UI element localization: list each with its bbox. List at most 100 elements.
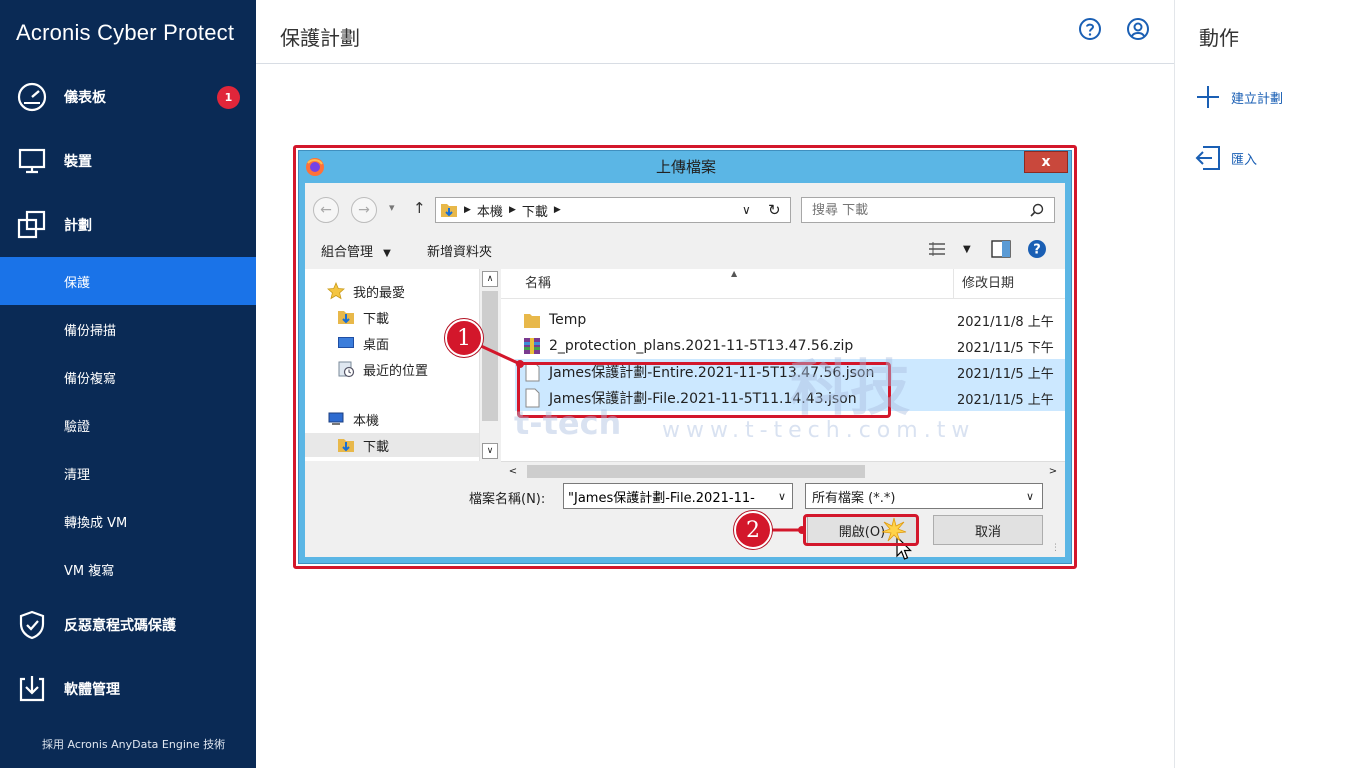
nav-plans-label: 計劃 <box>64 218 92 234</box>
filename-dropdown-icon[interactable]: ∨ <box>778 490 786 503</box>
star-icon <box>327 282 345 300</box>
nav-software-label: 軟體管理 <box>64 682 120 698</box>
breadcrumb-chevron-icon: ▶ <box>464 205 471 215</box>
nav-sub-cleanup[interactable]: 清理 <box>0 449 256 497</box>
view-dropdown-icon[interactable]: ▼ <box>963 244 971 255</box>
breadcrumb-chevron-icon: ▶ <box>553 205 561 215</box>
file-list-scrollbar[interactable]: < > <box>501 461 1065 481</box>
nav-sub-validation[interactable]: 驗證 <box>0 401 256 449</box>
filetype-select[interactable]: 所有檔案 (*.*) ∨ <box>805 483 1043 509</box>
nav-sub-label: 轉換成 VM <box>64 515 128 531</box>
help-icon[interactable] <box>1078 17 1102 41</box>
svg-text:?: ? <box>1033 243 1041 258</box>
organize-button[interactable]: 組合管理 ▼ <box>321 241 391 260</box>
scroll-left-icon[interactable]: < <box>505 464 521 479</box>
file-date: 2021/11/8 上午 <box>957 314 1054 330</box>
filename-field[interactable]: ∨ <box>563 483 793 509</box>
step-1-marker: 1 <box>445 319 483 357</box>
nav-sub-backup-scan[interactable]: 備份掃描 <box>0 305 256 353</box>
page-title: 保護計劃 <box>280 26 360 50</box>
preview-pane-icon[interactable] <box>991 240 1011 258</box>
nav-sub-label: 備份掃描 <box>64 323 117 339</box>
brand-logo: Acronis Cyber Protect <box>16 20 235 45</box>
cancel-button[interactable]: 取消 <box>933 515 1043 545</box>
file-scroll-thumb[interactable] <box>527 465 865 478</box>
search-icon <box>1030 203 1044 217</box>
actions-panel: 動作 建立計劃 匯入 <box>1174 0 1366 768</box>
close-button[interactable]: x <box>1024 151 1068 173</box>
nav-antimalware-label: 反惡意程式碼保護 <box>64 618 176 634</box>
plans-icon <box>17 210 46 239</box>
search-input[interactable] <box>802 198 1022 222</box>
actions-title: 動作 <box>1199 26 1239 50</box>
address-dropdown-icon[interactable]: ∨ <box>742 203 751 217</box>
filetype-dropdown-icon: ∨ <box>1026 489 1035 503</box>
nav-devices[interactable]: 裝置 <box>0 137 256 185</box>
breadcrumb-downloads[interactable]: 下載 <box>522 201 548 220</box>
import-button[interactable]: 匯入 <box>1195 145 1257 171</box>
import-label: 匯入 <box>1231 152 1258 168</box>
nav-devices-label: 裝置 <box>64 154 92 170</box>
tree-label: 桌面 <box>363 337 390 353</box>
dialog-title: 上傳檔案 <box>655 158 716 176</box>
view-list-icon[interactable] <box>927 241 947 257</box>
column-date[interactable]: 修改日期 <box>953 269 1065 299</box>
sidebar-footer: 採用 Acronis AnyData Engine 技術 <box>42 738 226 751</box>
search-box[interactable] <box>801 197 1055 223</box>
nav-sub-protect[interactable]: 保護 <box>0 257 256 305</box>
folder-icon <box>337 460 355 461</box>
nav-sub-label: 備份複寫 <box>64 371 117 387</box>
column-name[interactable]: 名稱 <box>501 269 953 299</box>
shield-icon <box>19 610 45 640</box>
create-plan-button[interactable]: 建立計劃 <box>1195 84 1283 110</box>
help-icon[interactable]: ? <box>1027 239 1047 259</box>
new-folder-button[interactable]: 新增資料夾 <box>427 241 492 260</box>
back-button[interactable]: ← <box>313 197 339 223</box>
file-row[interactable]: Temp 2021/11/8 上午 <box>515 307 1065 333</box>
nav-sub-vm-replication[interactable]: VM 複寫 <box>0 545 256 593</box>
tree-downloads-pc[interactable]: 下載 <box>305 433 479 457</box>
folder-download-icon <box>338 439 354 452</box>
nav-plans[interactable]: 計劃 <box>0 201 256 249</box>
tree-label: 下載 <box>363 311 390 327</box>
tree-label: 我的最愛 <box>353 285 406 301</box>
up-arrow-icon[interactable]: ↑ <box>413 199 426 217</box>
breadcrumb-this-pc[interactable]: 本機 <box>477 201 503 220</box>
resize-grip-icon[interactable]: ⋮ <box>1051 543 1060 553</box>
filetype-value: 所有檔案 (*.*) <box>812 490 896 506</box>
alert-badge: 1 <box>217 86 240 109</box>
filename-input[interactable] <box>564 484 774 508</box>
watermark-brand: t-tech <box>514 404 622 442</box>
nav-sub-convert-vm[interactable]: 轉換成 VM <box>0 497 256 545</box>
column-date-label: 修改日期 <box>962 276 1015 291</box>
plus-icon <box>1197 86 1219 108</box>
import-icon <box>1195 146 1220 170</box>
desktop-icon <box>338 337 354 348</box>
user-account-icon[interactable] <box>1126 17 1150 41</box>
file-date: 2021/11/5 上午 <box>957 392 1054 408</box>
sort-indicator-icon: ▲ <box>731 269 738 278</box>
recent-dropdown-icon[interactable]: ▾ <box>389 201 395 214</box>
tree-documents[interactable]: 文件 <box>305 457 479 461</box>
nav-sub-label: 清理 <box>64 467 91 483</box>
back-arrow-icon: ← <box>320 202 332 218</box>
nav-software[interactable]: 軟體管理 <box>0 665 256 713</box>
nav-sub-label: 驗證 <box>64 419 91 435</box>
nav-antimalware[interactable]: 反惡意程式碼保護 <box>0 601 256 649</box>
step-2-marker: 2 <box>734 511 772 549</box>
refresh-icon[interactable]: ↻ <box>768 201 781 219</box>
scroll-up-icon[interactable]: ∧ <box>482 271 498 287</box>
folder-download-icon <box>338 311 354 324</box>
scroll-right-icon[interactable]: > <box>1045 464 1061 479</box>
address-bar[interactable]: ▶ 本機 ▶ 下載 ▶ ∨ ↻ <box>435 197 791 223</box>
create-plan-label: 建立計劃 <box>1231 91 1284 107</box>
breadcrumb-chevron-icon: ▶ <box>508 205 516 215</box>
folder-download-icon <box>441 204 457 217</box>
scroll-down-icon[interactable]: ∨ <box>482 443 498 459</box>
tree-favorites[interactable]: 我的最愛 <box>305 279 479 303</box>
nav-sub-backup-replication[interactable]: 備份複寫 <box>0 353 256 401</box>
filename-label: 檔案名稱(N): <box>469 492 546 507</box>
forward-button[interactable]: → <box>351 197 377 223</box>
tree-this-pc[interactable]: 本機 <box>305 407 479 431</box>
forward-arrow-icon: → <box>358 202 370 218</box>
